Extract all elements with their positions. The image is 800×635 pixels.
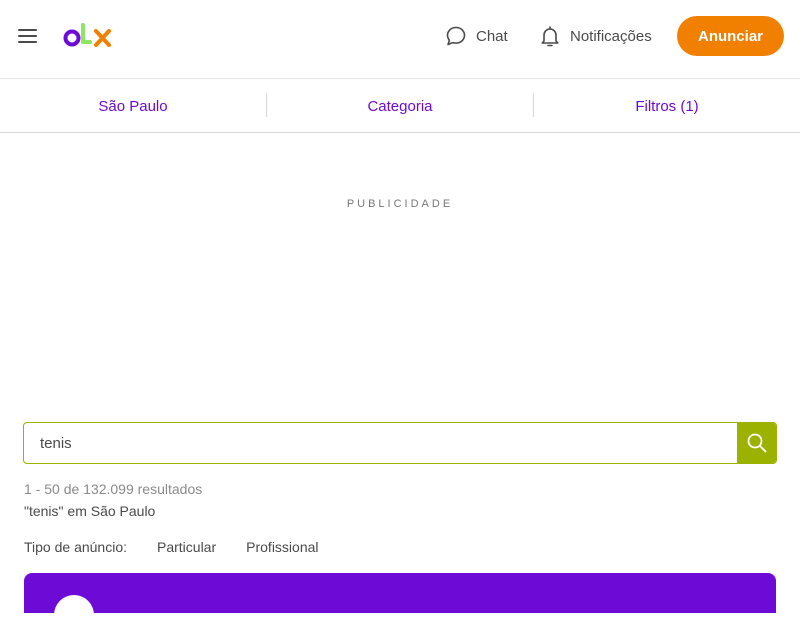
results-query: "tenis" em São Paulo (24, 503, 156, 519)
hamburger-menu-icon[interactable] (16, 24, 40, 48)
bell-icon (541, 26, 559, 47)
results-count: 1 - 50 de 132.099 resultados (24, 481, 203, 497)
magnifier-icon (747, 433, 766, 453)
chat-link[interactable]: Chat (444, 24, 508, 48)
ad-label: PUBLICIDADE (346, 198, 454, 210)
location-filter[interactable]: São Paulo (0, 80, 266, 132)
top-header: Chat Notificações Anunciar (0, 0, 800, 79)
chat-label: Chat (476, 27, 508, 45)
chat-bubble-icon (446, 26, 466, 46)
post-ad-button[interactable]: Anunciar (677, 16, 784, 56)
notifications-link[interactable]: Notificações (538, 24, 652, 48)
filters-button[interactable]: Filtros (1) (534, 80, 800, 132)
search-input[interactable] (24, 423, 737, 463)
filter-bar: São Paulo Categoria Filtros (1) (0, 80, 800, 133)
promo-banner[interactable] (24, 573, 776, 635)
ad-type-filter: Tipo de anúncio: Particular Profissional (24, 539, 319, 555)
search-box (23, 422, 777, 464)
search-button[interactable] (737, 423, 776, 463)
ad-type-particular[interactable]: Particular (157, 539, 216, 555)
banner-icon (54, 595, 94, 635)
ad-type-label: Tipo de anúncio: (24, 539, 127, 555)
category-filter[interactable]: Categoria (267, 80, 533, 132)
ad-type-profissional[interactable]: Profissional (246, 539, 318, 555)
olx-logo[interactable] (62, 22, 114, 52)
notifications-label: Notificações (570, 27, 652, 45)
